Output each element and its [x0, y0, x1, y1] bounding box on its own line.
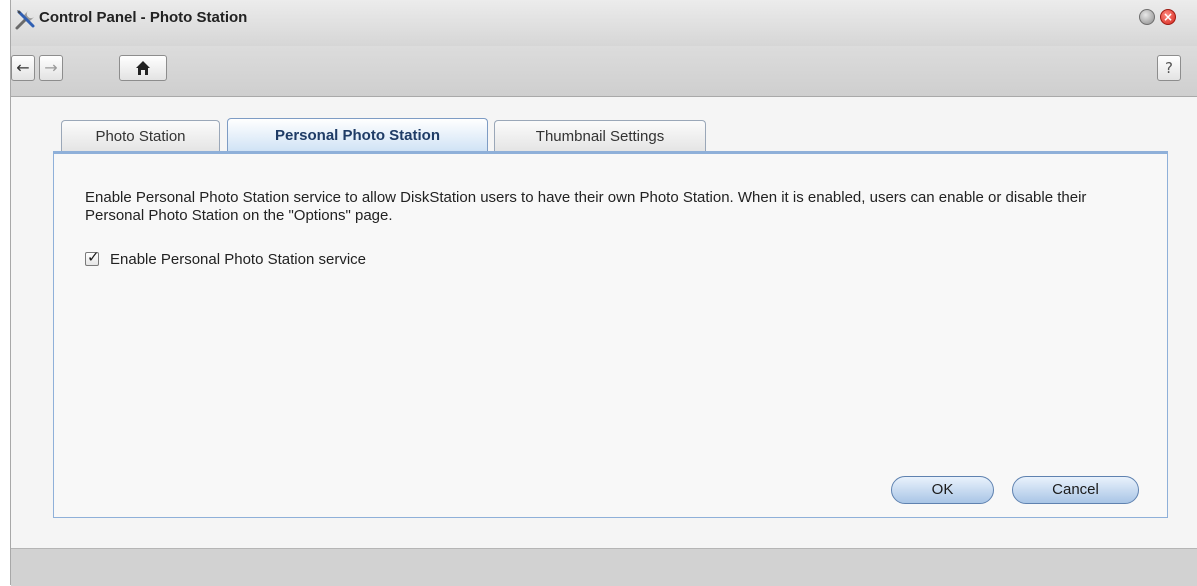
toolbar: ← → ?	[11, 46, 1197, 97]
enable-service-label[interactable]: Enable Personal Photo Station service	[110, 251, 366, 269]
settings-panel: Enable Personal Photo Station service to…	[53, 154, 1168, 518]
help-button[interactable]: ?	[1157, 55, 1181, 81]
title-bar: Control Panel - Photo Station ×	[11, 0, 1197, 46]
ok-button[interactable]: OK	[891, 476, 994, 504]
close-button[interactable]: ×	[1160, 9, 1176, 25]
home-icon	[136, 61, 150, 75]
forward-button[interactable]: →	[39, 55, 63, 81]
window-title: Control Panel - Photo Station	[39, 9, 248, 26]
home-button[interactable]	[119, 55, 167, 81]
arrow-left-icon: ←	[16, 58, 30, 77]
tab-personal-photo-station[interactable]: Personal Photo Station	[227, 118, 488, 152]
control-panel-icon	[15, 10, 35, 30]
minimize-button[interactable]	[1139, 9, 1155, 25]
control-panel-window: Control Panel - Photo Station × ← → ? Ph…	[10, 0, 1197, 586]
checkmark-icon: ✓	[87, 248, 100, 266]
tab-thumbnail-settings[interactable]: Thumbnail Settings	[494, 120, 706, 152]
tab-photo-station[interactable]: Photo Station	[61, 120, 220, 152]
arrow-right-icon: →	[44, 58, 58, 77]
status-bar	[11, 548, 1197, 586]
enable-service-checkbox[interactable]: ✓	[85, 248, 100, 266]
cancel-button[interactable]: Cancel	[1012, 476, 1139, 504]
back-button[interactable]: ←	[11, 55, 35, 81]
description-text: Enable Personal Photo Station service to…	[85, 189, 1087, 224]
